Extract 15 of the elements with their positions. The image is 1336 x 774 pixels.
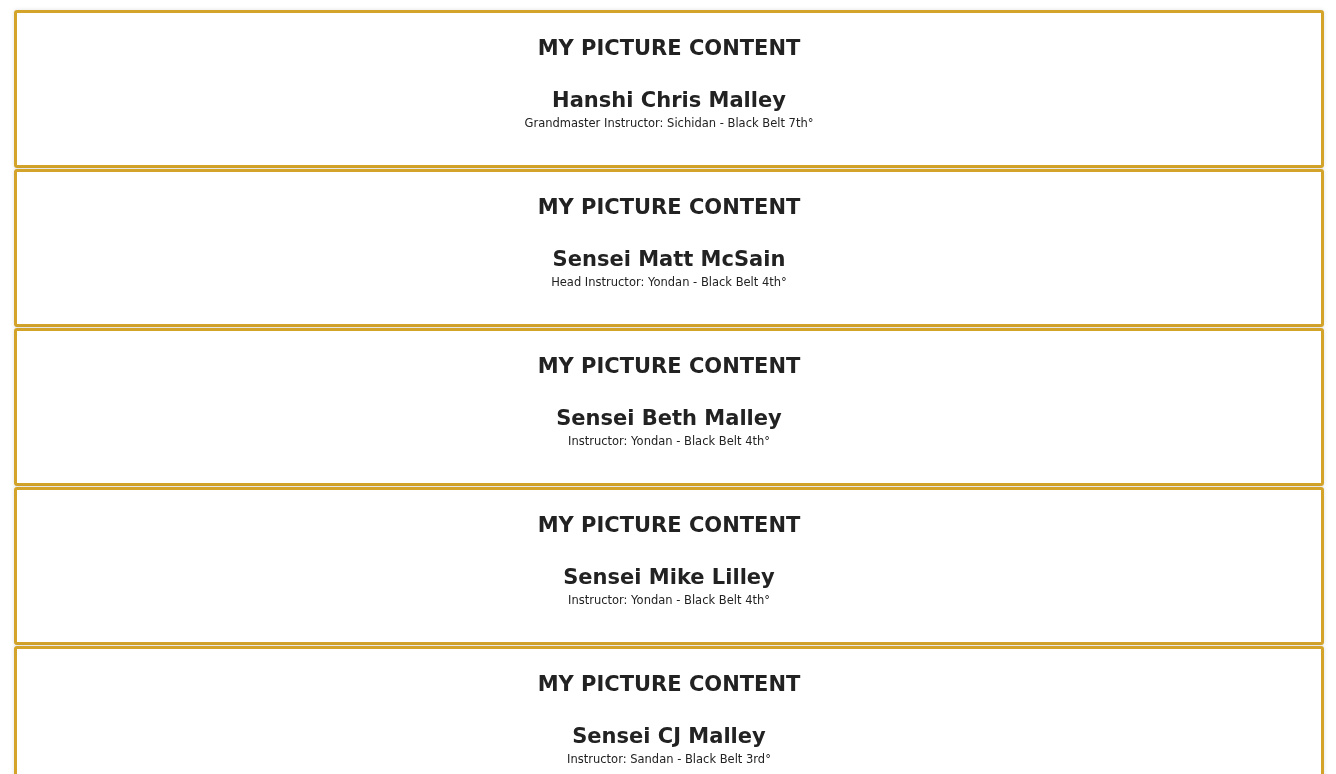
instructor-name: Sensei Mike Lilley (563, 564, 775, 590)
instructor-rank: Instructor: Yondan - Black Belt 4th° (568, 592, 770, 608)
card-heading: MY PICTURE CONTENT (537, 512, 801, 538)
instructor-name: Hanshi Chris Malley (552, 87, 786, 113)
card-heading: MY PICTURE CONTENT (537, 353, 801, 379)
card-heading: MY PICTURE CONTENT (537, 194, 801, 220)
instructor-rank: Head Instructor: Yondan - Black Belt 4th° (551, 274, 787, 290)
instructor-rank: Instructor: Sandan - Black Belt 3rd° (567, 751, 771, 767)
card-heading: MY PICTURE CONTENT (537, 35, 801, 61)
instructor-name: Sensei CJ Malley (572, 723, 766, 749)
instructor-rank: Instructor: Yondan - Black Belt 4th° (568, 433, 770, 449)
card-heading: MY PICTURE CONTENT (537, 671, 801, 697)
instructor-name: Sensei Beth Malley (556, 405, 782, 431)
instructor-rank: Grandmaster Instructor: Sichidan - Black Belt 7th° (524, 115, 814, 131)
instructor-name: Sensei Matt McSain (552, 246, 786, 272)
